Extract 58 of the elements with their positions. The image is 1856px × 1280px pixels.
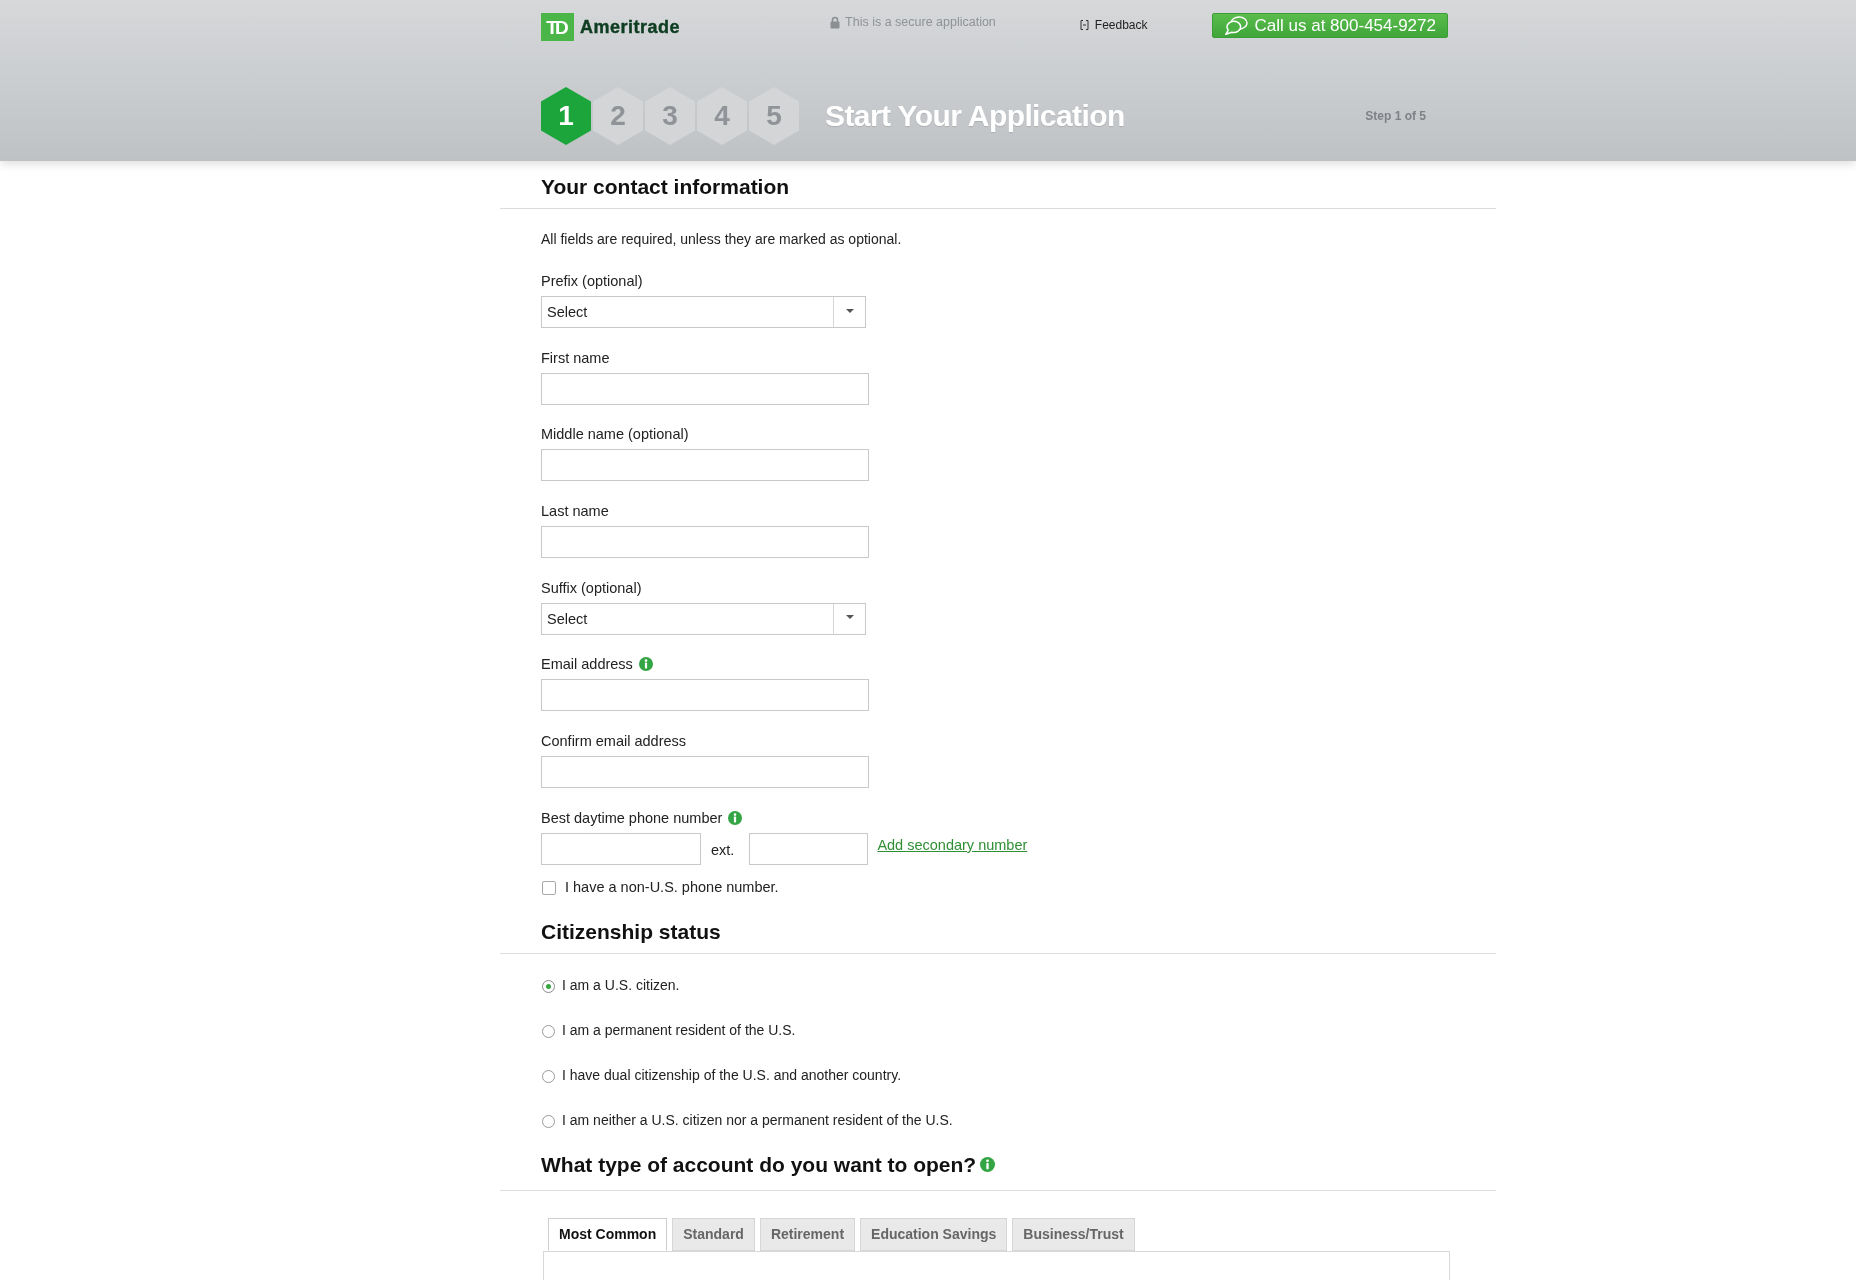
section-heading: What type of account do you want to open? bbox=[541, 1152, 977, 1177]
input-field[interactable] bbox=[541, 372, 869, 405]
account-tab[interactable]: Retirement bbox=[759, 1217, 856, 1251]
field-label: Email address bbox=[541, 655, 633, 674]
ext-label: ext. bbox=[711, 840, 735, 858]
add-number-link[interactable]: Add secondary number bbox=[877, 836, 1028, 853]
page-title: Start Your Application bbox=[825, 99, 1125, 133]
account-tab[interactable]: Education Savings bbox=[860, 1217, 1008, 1251]
collapse-icon bbox=[1079, 20, 1089, 30]
caret-icon bbox=[845, 615, 854, 620]
checkbox-label: I have a non-U.S. phone number. bbox=[565, 877, 779, 896]
field-label: Confirm email address bbox=[541, 732, 687, 751]
input-field[interactable] bbox=[541, 526, 869, 559]
field-label: Last name bbox=[541, 502, 609, 521]
input-field[interactable] bbox=[541, 449, 869, 482]
step-counter: Step 1 of 5 bbox=[1365, 109, 1426, 123]
extension-field[interactable] bbox=[749, 832, 869, 865]
field-label: Suffix (optional) bbox=[541, 578, 642, 597]
logo-mark: TD bbox=[541, 13, 574, 41]
caret-icon bbox=[845, 308, 854, 313]
info-icon[interactable] bbox=[980, 1157, 996, 1173]
info-icon[interactable] bbox=[728, 810, 743, 825]
step-badge: 3 bbox=[645, 87, 695, 145]
account-tab[interactable]: Business/Trust bbox=[1012, 1217, 1135, 1251]
section-heading: Your contact information bbox=[541, 175, 790, 199]
step-badge: 2 bbox=[593, 87, 643, 145]
radio-button[interactable] bbox=[542, 1114, 555, 1128]
step-badge: 5 bbox=[749, 87, 799, 145]
field-label: Best daytime phone number bbox=[541, 808, 723, 827]
field-label: Prefix (optional) bbox=[541, 272, 643, 290]
account-tab[interactable]: Standard bbox=[672, 1217, 755, 1251]
radio-label: I am a U.S. citizen. bbox=[562, 975, 680, 994]
radio-button[interactable] bbox=[542, 1069, 555, 1083]
radio-button[interactable] bbox=[542, 1024, 555, 1038]
step-badge: 4 bbox=[697, 87, 747, 145]
radio-label: I am neither a U.S. citizen nor a permanent resident of the U.S. bbox=[562, 1110, 953, 1129]
input-field[interactable] bbox=[541, 679, 869, 712]
feedback-link[interactable]: Feedback bbox=[1079, 17, 1148, 33]
radio-label: I am a permanent resident of the U.S. bbox=[562, 1020, 796, 1039]
account-tab[interactable]: Most Common bbox=[548, 1217, 668, 1251]
brand-name: Ameritrade bbox=[580, 16, 681, 39]
checkbox[interactable] bbox=[542, 880, 556, 895]
info-icon[interactable] bbox=[638, 657, 653, 672]
select-field[interactable]: Select bbox=[541, 296, 866, 328]
field-label: Middle name (optional) bbox=[541, 425, 689, 444]
input-field[interactable] bbox=[541, 756, 869, 789]
section-heading: Citizenship status bbox=[541, 919, 721, 944]
select-field[interactable]: Select bbox=[541, 602, 866, 635]
phone-field[interactable] bbox=[541, 832, 701, 865]
field-label: First name bbox=[541, 348, 610, 367]
secure-note: This is a secure application bbox=[845, 14, 996, 30]
speech-bubbles-icon bbox=[1222, 16, 1248, 35]
required-note: All fields are required, unless they are marked as optional. bbox=[541, 230, 902, 248]
radio-label: I have dual citizenship of the U.S. and another country. bbox=[562, 1065, 902, 1084]
lock-icon bbox=[830, 15, 841, 29]
call-button[interactable]: Call us at 800-454-9272 bbox=[1211, 13, 1448, 38]
step-badge: 1 bbox=[541, 87, 591, 145]
radio-button[interactable] bbox=[542, 979, 555, 993]
